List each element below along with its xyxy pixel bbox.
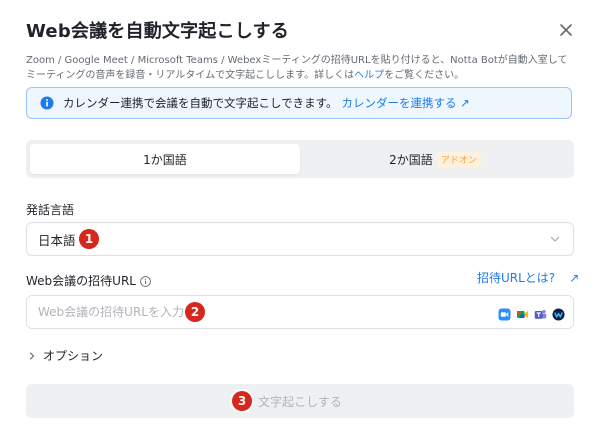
options-toggle[interactable]: オプション <box>28 347 103 364</box>
url-label-text: Web会議の招待URL <box>26 274 136 288</box>
language-value: 日本語 <box>38 232 76 248</box>
close-icon[interactable] <box>556 20 576 40</box>
help-circle-icon[interactable] <box>140 276 151 287</box>
step-marker-1: 1 <box>79 229 99 249</box>
start-transcription-button[interactable]: 文字起こしする <box>26 384 574 418</box>
calendar-banner: カレンダー連携で会議を自動で文字起こしできます。 カレンダーを連携する ↗ <box>26 87 572 119</box>
what-is-invite-url-link[interactable]: 招待URLとは? ↗ <box>477 269 579 286</box>
language-select[interactable]: 日本語 <box>26 222 574 256</box>
chevron-down-icon <box>549 233 561 245</box>
dialog-title: Web会議を自動文字起こしする <box>26 21 289 42</box>
addon-badge: アドオン <box>436 151 481 167</box>
submit-label: 文字起こしする <box>258 394 342 409</box>
url-label: Web会議の招待URL <box>26 272 151 289</box>
help-link[interactable]: ヘルプ <box>354 70 384 81</box>
dialog-description: Zoom / Google Meet / Microsoft Teams / W… <box>26 53 576 83</box>
supported-apps <box>498 306 565 321</box>
help-link-text: 招待URLとは? <box>477 271 556 285</box>
tab-bilingual[interactable]: 2か国語 アドオン <box>300 144 570 174</box>
language-label: 発話言語 <box>26 203 75 217</box>
chevron-right-icon <box>29 351 35 360</box>
step-marker-2: 2 <box>185 302 205 322</box>
tab-label: 2か国語 <box>389 152 433 167</box>
zoom-icon <box>498 306 511 321</box>
banner-text: カレンダー連携で会議を自動で文字起こしできます。 <box>63 96 338 110</box>
web-meeting-dialog: Web会議を自動文字起こしする Zoom / Google Meet / Mic… <box>0 0 600 435</box>
invite-url-field[interactable] <box>26 295 574 329</box>
external-link-icon: ↗ <box>569 270 580 285</box>
description-suffix: をご覧ください。 <box>384 70 465 81</box>
invite-url-input[interactable] <box>27 304 490 320</box>
webex-icon <box>552 306 565 321</box>
tab-single-language[interactable]: 1か国語 <box>30 144 300 174</box>
connect-calendar-link[interactable]: カレンダーを連携する ↗ <box>342 95 470 111</box>
microsoft-teams-icon <box>534 306 547 319</box>
google-meet-icon <box>516 306 529 319</box>
language-mode-tabs: 1か国語 2か国語 アドオン <box>26 140 574 178</box>
tab-label: 1か国語 <box>143 152 187 167</box>
description-text: Zoom / Google Meet / Microsoft Teams / W… <box>26 55 568 81</box>
options-label: オプション <box>43 349 104 363</box>
step-marker-3: 3 <box>232 391 252 411</box>
info-icon <box>40 96 54 110</box>
